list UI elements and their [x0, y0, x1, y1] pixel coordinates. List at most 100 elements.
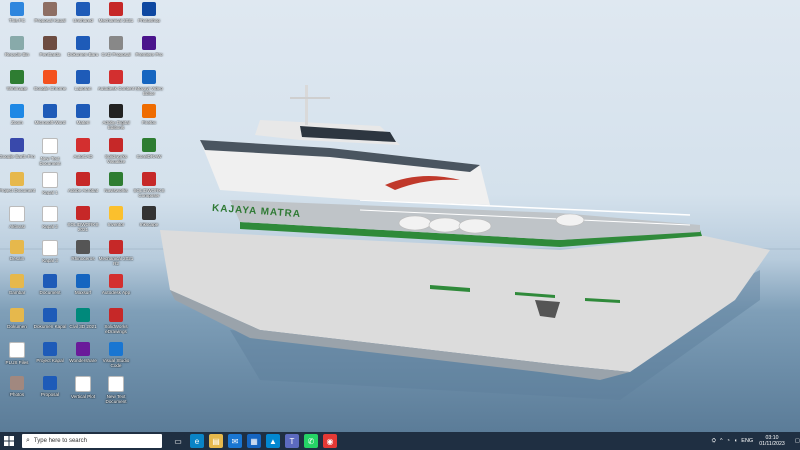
people-icon[interactable]: ⛭: [712, 438, 716, 445]
desktop-icon[interactable]: Rhinoceros: [66, 240, 100, 276]
desktop-icon[interactable]: Materi: [66, 104, 100, 140]
clock[interactable]: 03:10 01/11/2023: [759, 435, 785, 447]
doc-icon: [42, 240, 58, 256]
desktop[interactable]: KAJAYA MATRA This PC Recycle Bin Winimage Z…: [0, 0, 800, 432]
desktop-icon[interactable]: CorelDRAW: [132, 138, 166, 174]
desktop-icon[interactable]: Project Document: [0, 172, 35, 208]
desktop-icon[interactable]: CAD Proposal: [99, 36, 133, 72]
desktop-icon[interactable]: PLUS Files: [0, 342, 34, 378]
taskbar-file-explorer-icon[interactable]: ▤: [209, 434, 223, 448]
word-icon: [76, 36, 90, 50]
firefox-icon: [142, 104, 156, 118]
desktop-icon-label: SOLIDWORKS Composer: [133, 188, 165, 199]
desktop-icon[interactable]: Premiere Pro: [132, 36, 166, 72]
taskbar-task-view-icon[interactable]: ▭: [171, 434, 185, 448]
desktop-icon[interactable]: Recycle Bin: [0, 36, 34, 72]
desktop-icon[interactable]: New Text Document: [99, 376, 133, 412]
taskbar: ⌕ Type here to search ▭ e ▤ ✉ ▦ ▲ T ✆ ◉ ⛭ ^ ◔ ◖ …: [0, 432, 800, 450]
desktop-icon[interactable]: Proposal: [33, 376, 67, 412]
taskbar-mail-icon[interactable]: ✉: [228, 434, 242, 448]
desktop-icon[interactable]: Google Chrome: [33, 70, 67, 106]
desktop-icon[interactable]: SolidWorks eDrawings: [99, 308, 133, 344]
taskbar-whatsapp-icon[interactable]: ✆: [304, 434, 318, 448]
desktop-icon[interactable]: This PC: [0, 2, 34, 38]
language-indicator[interactable]: ENG: [741, 438, 753, 444]
desktop-icon[interactable]: Adobe Digital Editions: [99, 104, 133, 140]
desktop-icon[interactable]: SOLIDWORKS Composer: [132, 172, 166, 208]
desktop-icon-label: Premiere Pro: [135, 52, 163, 57]
desktop-icon[interactable]: Adobe Acrobat: [66, 172, 100, 208]
pc-icon: [10, 2, 24, 16]
desktop-icon[interactable]: Navisworks: [99, 172, 133, 208]
desktop-icon[interactable]: Firefox: [132, 104, 166, 140]
desktop-icon[interactable]: Microsoft Word: [33, 104, 67, 140]
desktop-icon[interactable]: PenGarda: [33, 36, 67, 72]
desktop-icon[interactable]: AutoCAD: [66, 138, 100, 174]
network-icon[interactable]: ◔: [727, 438, 730, 444]
desktop-icon[interactable]: Mechanical 2021 R2: [99, 240, 133, 276]
taskbar-chrome-icon[interactable]: ◉: [323, 434, 337, 448]
desktop-icon[interactable]: Inventor: [99, 206, 133, 242]
word-icon: [43, 308, 57, 322]
desktop-icon[interactable]: Kapal 3: [33, 240, 67, 276]
folder-icon: [10, 240, 24, 254]
desktop-icon[interactable]: Dokumen Baru: [66, 36, 100, 72]
desktop-icon[interactable]: Zoom: [0, 104, 34, 140]
word-icon: [76, 104, 90, 118]
ship-name-text: KAJAYA MATRA: [211, 202, 302, 221]
taskbar-store-icon[interactable]: ▦: [247, 434, 261, 448]
desktop-icon-label: Inkscape: [139, 222, 159, 227]
desktop-icon[interactable]: Dokumen Kapal: [33, 308, 67, 344]
desktop-icon[interactable]: Gambar: [0, 274, 34, 310]
autocad-icon: [76, 138, 90, 152]
word-icon: [43, 104, 57, 118]
desktop-icon[interactable]: Vertical Plot: [66, 376, 100, 412]
desktop-icon[interactable]: Winimage: [0, 70, 34, 106]
desktop-icon[interactable]: Desain: [0, 240, 34, 276]
desktop-icon[interactable]: Maxsurf: [66, 274, 100, 310]
desktop-icon[interactable]: Project Kapal: [33, 342, 67, 378]
search-placeholder: Type here to search: [33, 438, 87, 444]
desktop-icon[interactable]: Civil 3D 2021: [66, 308, 100, 344]
taskbar-photos-icon[interactable]: ▲: [266, 434, 280, 448]
desktop-icon[interactable]: Google Earth Pro: [0, 138, 35, 174]
desktop-icon[interactable]: Kapal 2: [33, 206, 67, 242]
desktop-icon[interactable]: Unshared: [66, 2, 100, 38]
desktop-icon[interactable]: Photoshop: [132, 2, 166, 38]
desktop-icon[interactable]: Laporan: [66, 70, 100, 106]
desktop-icon-label: Visual Studio Code: [102, 358, 130, 369]
desktop-icon[interactable]: Mechanical 2021: [99, 2, 133, 38]
sw-icon: [109, 308, 123, 322]
start-button[interactable]: [0, 432, 18, 450]
desktop-icon[interactable]: Aktivasi: [0, 206, 34, 242]
desktop-icon[interactable]: Solidworks Visualize: [99, 138, 133, 174]
desktop-icon[interactable]: Kapal 1: [33, 172, 67, 208]
chevron-up-icon[interactable]: ^: [720, 438, 723, 444]
taskbar-edge-icon[interactable]: e: [190, 434, 204, 448]
app-icon: [109, 172, 123, 186]
doc-icon: [9, 206, 25, 222]
volume-icon[interactable]: ◖: [734, 438, 737, 444]
desktop-icon[interactable]: Inkscape: [132, 206, 166, 242]
taskbar-teams-icon[interactable]: T: [285, 434, 299, 448]
desktop-icon[interactable]: Wondershare: [66, 342, 100, 378]
desktop-icon[interactable]: Movavi Video Editor: [132, 70, 166, 106]
desktop-icon[interactable]: New Text Document: [33, 138, 67, 174]
civil-icon: [76, 308, 90, 322]
desktop-icon[interactable]: Autodesk Content: [98, 70, 134, 106]
desktop-icon[interactable]: Photos: [0, 376, 34, 412]
taskbar-search-box[interactable]: ⌕ Type here to search: [22, 434, 162, 448]
sw-icon: [109, 138, 123, 152]
desktop-icon[interactable]: Autodesk App: [99, 274, 133, 310]
app-icon: [76, 274, 90, 288]
desktop-icon-label: Mechanical 2021 R2: [98, 256, 134, 267]
doc-icon: [43, 36, 57, 50]
sw-icon: [76, 206, 90, 220]
desktop-icon[interactable]: Visual Studio Code: [99, 342, 133, 378]
desktop-icon[interactable]: Dokumen: [0, 308, 34, 344]
desktop-icon[interactable]: Document: [33, 274, 67, 310]
desktop-icon[interactable]: SOLIDWORKS 2021: [66, 206, 100, 242]
chrome-icon: [43, 70, 57, 84]
desktop-icon[interactable]: Proposal Kapal: [33, 2, 67, 38]
notification-icon[interactable]: ▢: [795, 438, 800, 444]
